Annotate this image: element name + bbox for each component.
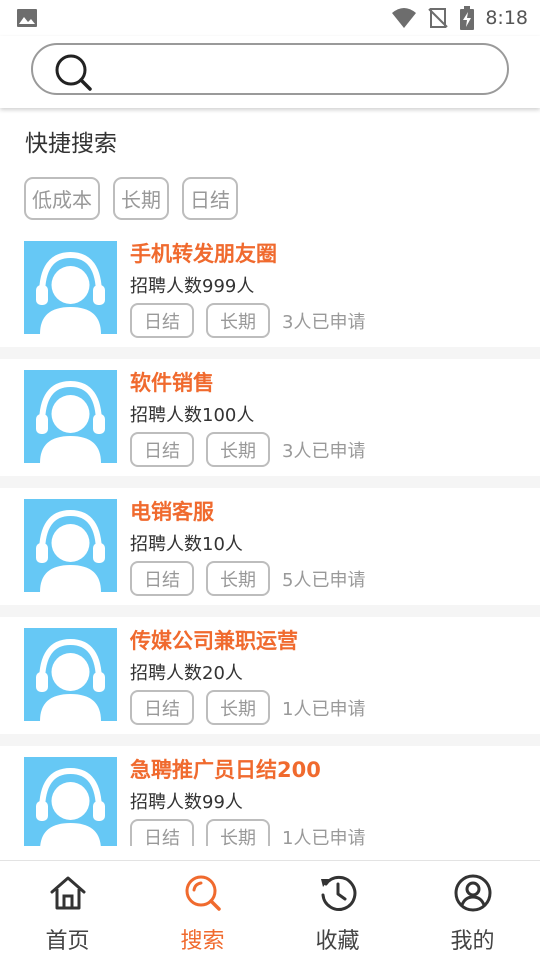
divider — [0, 347, 540, 359]
job-count: 招聘人数100人 — [130, 405, 255, 426]
nav-item-home[interactable]: 首页 — [0, 861, 135, 960]
search-box[interactable] — [31, 43, 509, 95]
job-applied-count: 3人已申请 — [282, 311, 366, 333]
job-tag: 长期 — [206, 432, 270, 467]
avatar — [24, 628, 117, 721]
search-icon[interactable] — [53, 52, 93, 92]
status-time: 8:18 — [485, 7, 528, 29]
job-title: 电销客服 — [130, 500, 214, 524]
battery-charging-icon — [460, 6, 475, 30]
divider — [0, 476, 540, 488]
wifi-icon — [392, 8, 417, 28]
job-card[interactable]: 急聘推广员日结200 招聘人数99人 日结 长期 1人已申请 — [0, 746, 540, 846]
job-count: 招聘人数10人 — [130, 534, 243, 555]
job-card[interactable]: 软件销售 招聘人数100人 日结 长期 3人已申请 — [0, 359, 540, 476]
job-count: 招聘人数20人 — [130, 663, 243, 684]
avatar — [24, 241, 117, 334]
job-applied-count: 5人已申请 — [282, 569, 366, 591]
job-count: 招聘人数999人 — [130, 276, 255, 297]
quick-tag[interactable]: 日结 — [182, 177, 238, 220]
job-applied-count: 1人已申请 — [282, 827, 366, 847]
job-tag: 日结 — [130, 690, 194, 725]
job-card[interactable]: 传媒公司兼职运营 招聘人数20人 日结 长期 1人已申请 — [0, 617, 540, 734]
job-title: 软件销售 — [130, 371, 214, 395]
no-signal-icon — [428, 8, 449, 28]
nav-label: 搜索 — [180, 929, 225, 954]
customer-service-avatar-icon — [36, 767, 105, 846]
search-input[interactable] — [105, 51, 495, 87]
nav-label: 首页 — [45, 929, 90, 954]
job-tags: 日结 长期 1人已申请 — [130, 690, 365, 725]
job-list: 手机转发朋友圈 招聘人数999人 日结 长期 3人已申请 软件销售 招聘人数10… — [0, 230, 540, 846]
job-title: 手机转发朋友圈 — [130, 242, 277, 266]
job-tag: 长期 — [206, 303, 270, 338]
search-header — [0, 36, 540, 108]
job-tags: 日结 长期 1人已申请 — [130, 819, 365, 846]
nav-item-favorites[interactable]: 收藏 — [270, 861, 405, 960]
job-tag: 长期 — [206, 561, 270, 596]
quick-tag[interactable]: 低成本 — [24, 177, 100, 220]
job-tag: 长期 — [206, 690, 270, 725]
job-tags: 日结 长期 5人已申请 — [130, 561, 365, 596]
quick-search-title: 快捷搜索 — [25, 131, 117, 157]
bottom-nav: 首页 搜索 收藏 我的 — [0, 860, 540, 960]
history-icon — [321, 875, 357, 911]
nav-item-profile[interactable]: 我的 — [405, 861, 540, 960]
nav-label: 我的 — [450, 929, 495, 954]
divider — [0, 734, 540, 746]
avatar — [24, 370, 117, 463]
job-tags: 日结 长期 3人已申请 — [130, 432, 365, 467]
search-icon — [185, 875, 221, 911]
customer-service-avatar-icon — [36, 638, 105, 721]
divider — [0, 605, 540, 617]
gallery-icon — [17, 9, 37, 27]
customer-service-avatar-icon — [36, 509, 105, 592]
job-tag: 日结 — [130, 432, 194, 467]
job-count: 招聘人数99人 — [130, 792, 243, 813]
quick-tag[interactable]: 长期 — [113, 177, 169, 220]
job-card[interactable]: 电销客服 招聘人数10人 日结 长期 5人已申请 — [0, 488, 540, 605]
job-tag: 日结 — [130, 303, 194, 338]
job-tag: 日结 — [130, 819, 194, 846]
customer-service-avatar-icon — [36, 251, 105, 334]
home-icon — [50, 876, 86, 910]
avatar — [24, 499, 117, 592]
user-icon — [454, 874, 492, 912]
job-applied-count: 3人已申请 — [282, 440, 366, 462]
customer-service-avatar-icon — [36, 380, 105, 463]
nav-item-search[interactable]: 搜索 — [135, 861, 270, 960]
job-tags: 日结 长期 3人已申请 — [130, 303, 365, 338]
job-applied-count: 1人已申请 — [282, 698, 366, 720]
job-title: 急聘推广员日结200 — [130, 758, 321, 782]
quick-search-tags: 低成本 长期 日结 — [24, 177, 238, 220]
nav-label: 收藏 — [315, 929, 360, 954]
job-tag: 日结 — [130, 561, 194, 596]
job-card[interactable]: 手机转发朋友圈 招聘人数999人 日结 长期 3人已申请 — [0, 230, 540, 347]
job-tag: 长期 — [206, 819, 270, 846]
status-bar: 8:18 — [0, 0, 540, 36]
job-title: 传媒公司兼职运营 — [130, 629, 298, 653]
avatar — [24, 757, 117, 846]
